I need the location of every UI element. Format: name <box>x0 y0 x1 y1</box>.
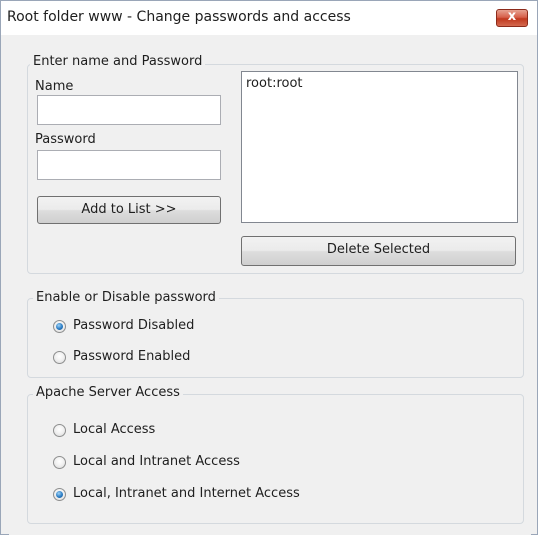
radio-local-intranet-access[interactable]: Local and Intranet Access <box>53 454 353 472</box>
credentials-group-legend: Enter name and Password <box>30 54 206 69</box>
delete-selected-button[interactable]: Delete Selected <box>241 236 516 266</box>
close-icon: x <box>507 9 517 24</box>
access-group-legend: Apache Server Access <box>33 385 183 400</box>
password-label: Password <box>35 132 96 147</box>
radio-label: Local Access <box>73 422 156 437</box>
add-to-list-button[interactable]: Add to List >> <box>37 196 221 224</box>
window-title: Root folder www - Change passwords and a… <box>7 9 351 25</box>
radio-label: Password Disabled <box>73 318 195 333</box>
radio-button[interactable] <box>53 456 66 469</box>
title-bar[interactable]: Root folder www - Change passwords and a… <box>1 1 537 35</box>
radio-label: Local and Intranet Access <box>73 454 240 469</box>
radio-label: Password Enabled <box>73 349 191 364</box>
radio-button[interactable] <box>53 424 66 437</box>
list-item[interactable]: root:root <box>246 76 513 92</box>
radio-local-access[interactable]: Local Access <box>53 422 353 440</box>
password-mode-group-legend: Enable or Disable password <box>33 290 219 305</box>
name-input[interactable] <box>37 95 221 125</box>
delete-selected-button-label: Delete Selected <box>326 242 431 257</box>
radio-label: Local, Intranet and Internet Access <box>73 486 300 501</box>
close-button[interactable]: x <box>496 9 528 27</box>
dialog-body: Enter name and Password Name Password Ad… <box>9 35 531 535</box>
name-label: Name <box>35 79 74 94</box>
radio-button-checked[interactable] <box>53 488 66 501</box>
radio-local-intranet-internet-access[interactable]: Local, Intranet and Internet Access <box>53 486 373 504</box>
radio-password-enabled[interactable]: Password Enabled <box>53 349 253 367</box>
radio-button-checked[interactable] <box>53 320 66 333</box>
dialog-window: Root folder www - Change passwords and a… <box>0 0 538 535</box>
radio-button[interactable] <box>53 351 66 364</box>
password-input[interactable] <box>37 150 221 180</box>
radio-password-disabled[interactable]: Password Disabled <box>53 318 253 336</box>
add-to-list-button-label: Add to List >> <box>81 202 177 217</box>
credentials-listbox[interactable]: root:root <box>241 71 518 223</box>
